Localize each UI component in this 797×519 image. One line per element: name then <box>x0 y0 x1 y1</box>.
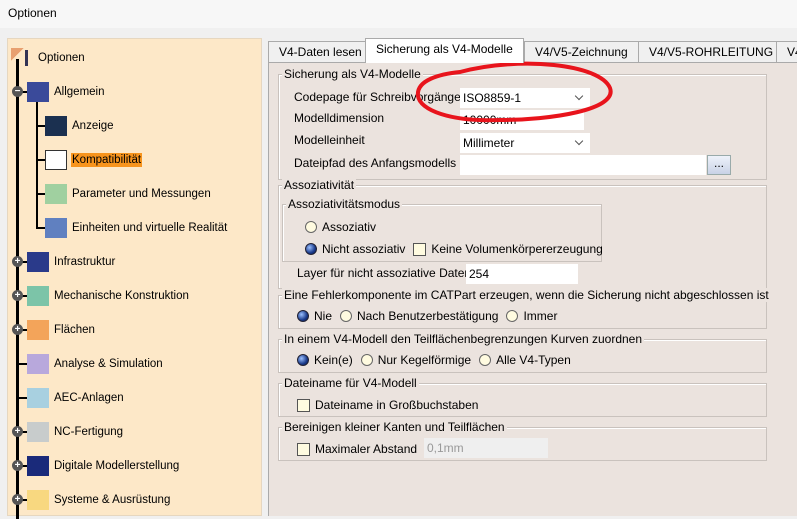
nc-icon <box>27 422 49 442</box>
radio-alle[interactable]: Alle V4-Typen <box>479 353 571 367</box>
mechanical-icon <box>27 286 49 306</box>
window-title: Optionen <box>0 0 797 28</box>
radio-nonassoc[interactable]: Nicht assoziativ <box>305 242 405 256</box>
tree-item-label: Systeme & Ausrüstung <box>54 494 171 506</box>
tree-item-label: Parameter und Messungen <box>72 188 211 200</box>
plus-expander-icon[interactable]: + <box>12 426 23 437</box>
group-assoc-mode: Assoziativitätsmodus Assoziativ Nicht as… <box>282 197 603 262</box>
radio-icon <box>360 354 373 366</box>
plus-expander-icon[interactable]: + <box>12 290 23 301</box>
checkbox-icon <box>297 398 310 412</box>
options-tree: Optionen − Allgemein Anzeige Kompatibilität… <box>7 38 262 519</box>
group-filename: Dateiname für V4-Modell Dateiname in Gro… <box>278 376 767 417</box>
tree-item[interactable]: + NC-Fertigung <box>12 422 124 442</box>
radio-nie[interactable]: Nie <box>297 309 332 323</box>
display-icon <box>45 116 67 136</box>
tree-item-label: Kompatibilität <box>71 153 143 167</box>
tree-item-label: AEC-Anlagen <box>54 392 124 404</box>
plus-expander-icon[interactable]: + <box>12 460 23 471</box>
tree-item-label: Flächen <box>54 324 95 336</box>
systems-icon <box>27 490 49 510</box>
options-icon <box>11 48 33 68</box>
surfaces-icon <box>27 320 49 340</box>
path-input[interactable] <box>460 155 706 175</box>
tree-item[interactable]: − Allgemein <box>12 82 106 102</box>
radio-icon <box>340 310 353 322</box>
tree-item-label: Einheiten und virtuelle Realität <box>72 222 228 234</box>
tree-item[interactable]: + Systeme & Ausrüstung <box>12 490 171 510</box>
checkbox-icon <box>413 242 427 256</box>
minus-expander-icon[interactable]: − <box>12 86 23 97</box>
group-curves: In einem V4-Modell den Teilflächenbegren… <box>278 332 767 373</box>
radio-icon <box>305 243 317 255</box>
tree-item[interactable]: + Infrastruktur <box>12 252 116 272</box>
group-cleanup: Bereinigen kleiner Kanten und Teilfläche… <box>278 420 767 461</box>
checkbox-max-distance[interactable]: Maximaler Abstand <box>297 442 417 456</box>
tree-item[interactable]: + Digitale Modellerstellung <box>12 456 180 476</box>
units-icon <box>45 218 67 238</box>
tree-item[interactable]: + Mechanische Konstruktion <box>12 286 190 306</box>
tree-item-label: Anzeige <box>72 120 114 132</box>
tree-item-label: Infrastruktur <box>54 256 116 268</box>
max-distance-input[interactable]: 0,1mm <box>424 438 548 458</box>
dimension-label: Modelldimension <box>294 111 385 125</box>
tree-item-label: Allgemein <box>54 86 105 98</box>
compatibility-icon <box>45 150 67 170</box>
checkbox-no-solid[interactable]: Keine Volumenkörpererzeugung <box>413 242 603 256</box>
tab-v4-daten-lesen[interactable]: V4-Daten lesen <box>268 41 373 63</box>
tree-item[interactable]: Anzeige <box>36 116 115 136</box>
browse-button[interactable]: ... <box>707 155 731 175</box>
layer-label: Layer für nicht assoziative Daten <box>297 266 472 280</box>
tree-item-label: Mechanische Konstruktion <box>54 290 189 302</box>
plus-expander-icon[interactable]: + <box>12 494 23 505</box>
parameters-icon <box>45 184 67 204</box>
radio-icon <box>305 221 317 233</box>
tab-v4v5-rohrleitung[interactable]: V4/V5-ROHRLEITUNG <box>638 41 785 63</box>
radio-icon <box>479 354 492 366</box>
tree-item[interactable]: AEC-Anlagen <box>18 388 125 408</box>
layer-input[interactable]: 254 <box>466 264 578 284</box>
allgemein-icon <box>27 82 49 102</box>
radio-icon <box>297 354 309 366</box>
digitizing-icon <box>27 456 49 476</box>
plus-expander-icon[interactable]: + <box>12 324 23 335</box>
checkbox-icon <box>297 442 310 456</box>
tab-v4-more[interactable]: V4 <box>776 41 797 63</box>
radio-immer[interactable]: Immer <box>506 309 557 323</box>
tree-item[interactable]: Einheiten und virtuelle Realität <box>36 218 228 238</box>
plus-expander-icon[interactable]: + <box>12 256 23 267</box>
tree-item-label: NC-Fertigung <box>54 426 124 438</box>
group-error: Eine Fehlerkomponente im CATPart erzeuge… <box>278 288 771 329</box>
tree-item[interactable]: Kompatibilität <box>36 150 143 170</box>
tree-item[interactable]: Parameter und Messungen <box>36 184 212 204</box>
analysis-icon <box>27 354 49 374</box>
radio-assoc[interactable]: Assoziativ <box>305 220 376 234</box>
radio-confirm[interactable]: Nach Benutzerbestätigung <box>340 309 498 323</box>
tree-item[interactable]: Analyse & Simulation <box>18 354 164 374</box>
tab-sicherung-v4[interactable]: Sicherung als V4-Modelle <box>365 38 524 63</box>
infrastructure-icon <box>27 252 49 272</box>
radio-kegel[interactable]: Nur Kegelförmige <box>360 353 471 367</box>
tree-item-optionen[interactable]: Optionen <box>11 48 86 68</box>
checkbox-uppercase[interactable]: Dateiname in Großbuchstaben <box>297 398 478 412</box>
tree-item-label: Analyse & Simulation <box>54 358 163 370</box>
red-annotation-circle <box>415 61 613 123</box>
radio-keine[interactable]: Kein(e) <box>297 353 353 367</box>
radio-icon <box>506 310 519 322</box>
tree-line <box>16 59 19 519</box>
aec-icon <box>27 388 49 408</box>
tree-item-label: Digitale Modellerstellung <box>54 460 180 472</box>
path-label: Dateipfad des Anfangsmodells <box>294 156 457 170</box>
group-assoc: Assoziativität Assoziativitätsmodus Asso… <box>278 178 767 289</box>
tree-item[interactable]: + Flächen <box>12 320 96 340</box>
radio-icon <box>297 310 309 322</box>
tree-line <box>36 101 38 229</box>
unit-label: Modelleinheit <box>294 133 365 147</box>
